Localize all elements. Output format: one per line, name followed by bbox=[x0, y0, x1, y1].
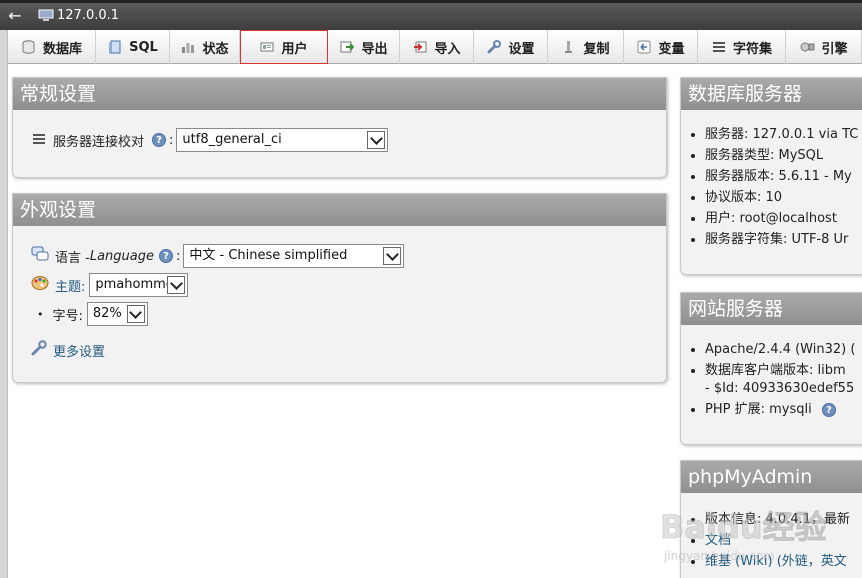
list-item: Apache/2.4.4 (Win32) ( bbox=[705, 341, 855, 359]
phpmyadmin-panel: phpMyAdmin 版本信息: 4.0.4.1，最新 文档 维基 (Wiki)… bbox=[680, 460, 862, 578]
list-item: 用户: root@localhost bbox=[705, 208, 858, 229]
list-item: PHP 扩展: mysqli ? bbox=[705, 401, 855, 419]
list-item: 维基 (Wiki) (外链，英文 bbox=[705, 551, 850, 572]
language-select[interactable]: 中文 - Chinese simplified bbox=[183, 244, 405, 268]
language-label: 语言 - bbox=[55, 250, 90, 266]
collation-select[interactable]: utf8_general_ci bbox=[176, 128, 389, 152]
fontsize-row: • 字号: 82% bbox=[37, 302, 148, 326]
phpmyadmin-list: 版本信息: 4.0.4.1，最新 文档 维基 (Wiki) (外链，英文 bbox=[705, 509, 850, 572]
wrench-icon bbox=[31, 340, 47, 360]
users-icon bbox=[259, 39, 275, 55]
web-server-list: Apache/2.4.4 (Win32) ( 数据库客户端版本: libm - … bbox=[705, 341, 855, 419]
tab-settings[interactable]: 设置 bbox=[474, 30, 548, 64]
tab-variables[interactable]: 变量 bbox=[624, 30, 698, 64]
server-breadcrumb[interactable]: 127.0.0.1 bbox=[38, 8, 119, 23]
more-settings-row: 更多设置 bbox=[31, 340, 105, 360]
server-title: 127.0.0.1 bbox=[57, 8, 120, 23]
variables-icon bbox=[636, 39, 652, 55]
list-item: 服务器: 127.0.0.1 via TC bbox=[705, 124, 858, 145]
db-server-title: 数据库服务器 bbox=[681, 78, 862, 110]
chevron-down-icon[interactable] bbox=[383, 247, 402, 265]
fontsize-label: 字号: bbox=[52, 308, 83, 324]
general-settings-panel: 常规设置 服务器连接校对 ? : utf8_general_ci bbox=[12, 77, 667, 178]
main-tabs: 数据库 SQL 状态 用户 导出 导入 设置 复制 变量 字符集 引擎 bbox=[8, 30, 862, 64]
server-icon bbox=[38, 9, 54, 22]
wrench-icon bbox=[486, 39, 502, 55]
phpmyadmin-title: phpMyAdmin bbox=[681, 461, 862, 493]
database-icon bbox=[21, 39, 37, 55]
appearance-settings-panel: 外观设置 语言 - Language ? : 中文 - Chinese simp… bbox=[12, 193, 667, 383]
tab-engines[interactable]: 引擎 bbox=[786, 30, 862, 64]
wiki-link[interactable]: 维基 (Wiki) (外链，英文 bbox=[705, 554, 847, 569]
tab-export[interactable]: 导出 bbox=[328, 30, 400, 64]
list-icon bbox=[33, 133, 45, 148]
list-item: 协议版本: 10 bbox=[705, 187, 858, 208]
charset-icon bbox=[711, 39, 727, 55]
palette-icon bbox=[31, 275, 49, 295]
db-server-list: 服务器: 127.0.0.1 via TC 服务器类型: MySQL 服务器版本… bbox=[705, 124, 858, 250]
chevron-down-icon[interactable] bbox=[167, 276, 186, 294]
status-icon bbox=[180, 39, 196, 55]
help-icon[interactable]: ? bbox=[158, 249, 173, 263]
tab-charsets[interactable]: 字符集 bbox=[698, 30, 786, 64]
tab-users[interactable]: 用户 bbox=[240, 30, 328, 64]
theme-label[interactable]: 主题: bbox=[55, 276, 85, 295]
engine-icon bbox=[799, 39, 815, 55]
list-item: 版本信息: 4.0.4.1，最新 bbox=[705, 509, 850, 530]
theme-row: 主题: pmahomme bbox=[31, 273, 189, 297]
back-arrow-icon[interactable]: ← bbox=[4, 6, 26, 28]
collation-label: 服务器连接校对 bbox=[53, 134, 145, 150]
list-item: 文档 bbox=[705, 530, 850, 551]
general-settings-title: 常规设置 bbox=[13, 78, 666, 110]
window-titlebar: ← 127.0.0.1 bbox=[0, 0, 862, 30]
web-server-title: 网站服务器 bbox=[681, 293, 862, 325]
sql-icon bbox=[107, 39, 123, 55]
tab-databases[interactable]: 数据库 bbox=[8, 30, 96, 64]
appearance-settings-title: 外观设置 bbox=[13, 194, 666, 226]
language-row: 语言 - Language ? : 中文 - Chinese simplifie… bbox=[31, 244, 405, 268]
collation-row: 服务器连接校对 ? : utf8_general_ci bbox=[33, 128, 389, 152]
navigation-panel-edge[interactable] bbox=[0, 30, 8, 578]
export-icon bbox=[339, 39, 355, 55]
tab-sql[interactable]: SQL bbox=[96, 30, 170, 64]
list-item: - $Id: 40933630edef55 bbox=[705, 381, 855, 396]
chevron-down-icon[interactable] bbox=[126, 305, 145, 323]
list-item: 服务器类型: MySQL bbox=[705, 145, 858, 166]
language-label-en: Language bbox=[89, 248, 154, 264]
tab-replication[interactable]: 复制 bbox=[548, 30, 624, 64]
theme-select[interactable]: pmahomme bbox=[89, 273, 189, 297]
fontsize-select[interactable]: 82% bbox=[86, 302, 148, 326]
tab-import[interactable]: 导入 bbox=[400, 30, 474, 64]
import-icon bbox=[412, 39, 428, 55]
bullet: • bbox=[37, 307, 44, 321]
language-icon bbox=[31, 246, 49, 266]
help-icon[interactable]: ? bbox=[821, 403, 836, 417]
help-icon[interactable]: ? bbox=[152, 133, 167, 147]
documentation-link[interactable]: 文档 bbox=[705, 533, 731, 548]
list-item: 数据库客户端版本: libm bbox=[705, 362, 855, 380]
chevron-down-icon[interactable] bbox=[367, 131, 386, 149]
list-item: 服务器版本: 5.6.11 - My bbox=[705, 166, 858, 187]
web-server-panel: 网站服务器 Apache/2.4.4 (Win32) ( 数据库客户端版本: l… bbox=[680, 292, 862, 445]
tab-status[interactable]: 状态 bbox=[170, 30, 240, 64]
list-item: 服务器字符集: UTF-8 Ur bbox=[705, 229, 858, 250]
replication-icon bbox=[561, 39, 577, 55]
db-server-panel: 数据库服务器 服务器: 127.0.0.1 via TC 服务器类型: MySQ… bbox=[680, 77, 862, 275]
more-settings-link[interactable]: 更多设置 bbox=[53, 341, 105, 360]
